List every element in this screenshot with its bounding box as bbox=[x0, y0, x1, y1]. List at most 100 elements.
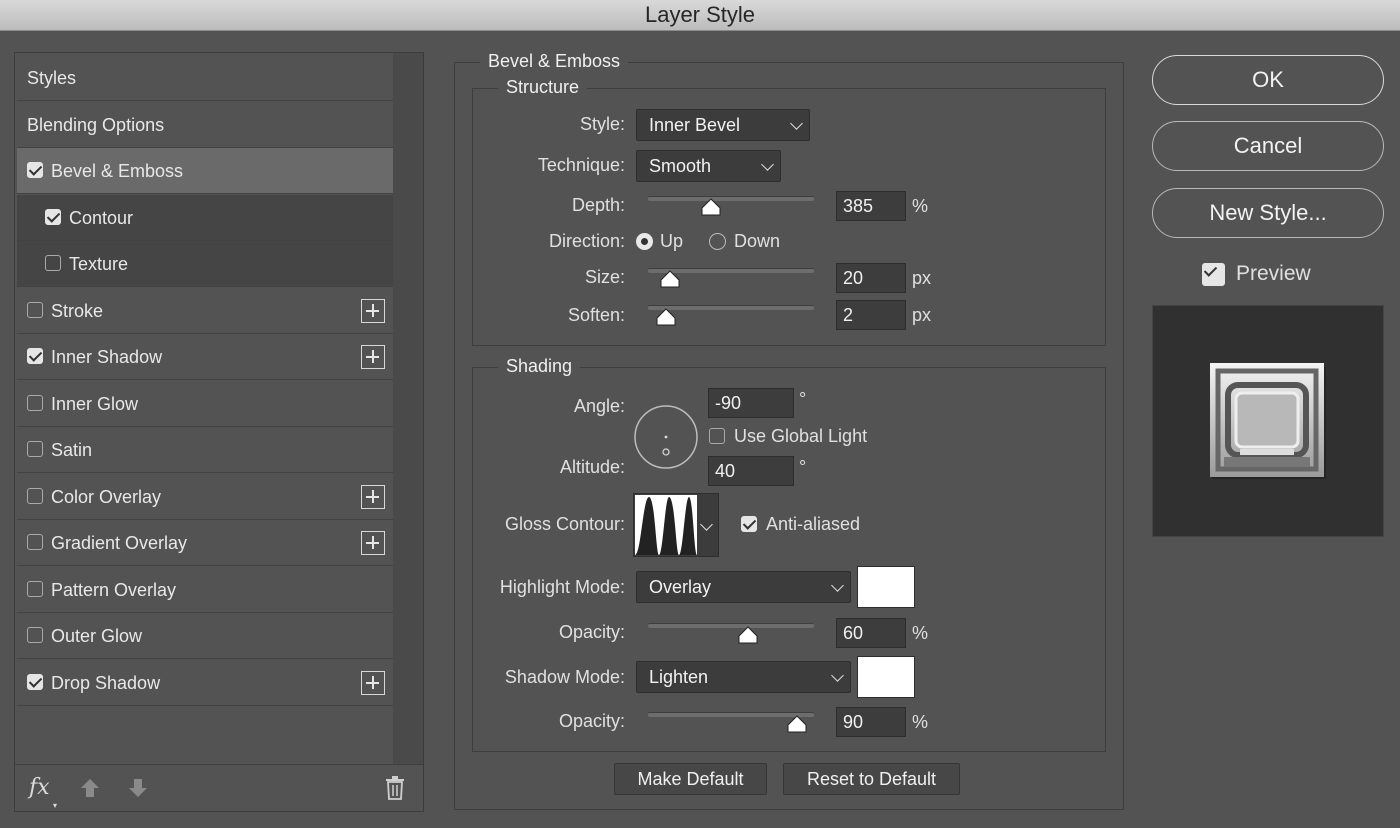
soften-slider-thumb[interactable] bbox=[656, 308, 676, 326]
fx-icon[interactable]: fx bbox=[29, 775, 50, 800]
move-up-icon[interactable] bbox=[79, 777, 101, 799]
add-effect-icon[interactable] bbox=[361, 531, 385, 555]
style-item-checkbox[interactable] bbox=[27, 301, 43, 318]
use-global-light-checkbox[interactable] bbox=[709, 428, 725, 444]
style-item-stroke[interactable]: Stroke bbox=[17, 288, 393, 334]
size-label: Size: bbox=[584, 267, 625, 287]
style-item-drop-shadow[interactable]: Drop Shadow bbox=[17, 660, 393, 706]
style-item-styles[interactable]: Styles bbox=[17, 55, 393, 101]
soften-label: Soften: bbox=[567, 305, 625, 325]
angle-dial[interactable] bbox=[633, 404, 699, 470]
ok-button[interactable]: OK bbox=[1152, 55, 1384, 105]
style-item-contour[interactable]: Contour bbox=[17, 194, 393, 241]
style-item-label: Inner Shadow bbox=[51, 347, 163, 367]
trash-icon[interactable] bbox=[385, 776, 405, 800]
soften-input[interactable]: 2 bbox=[836, 300, 906, 330]
style-item-checkbox[interactable] bbox=[27, 580, 43, 597]
style-item-outer-glow[interactable]: Outer Glow bbox=[17, 613, 393, 659]
shadow-opacity-input[interactable]: 90 bbox=[836, 707, 906, 737]
style-item-checkbox[interactable] bbox=[27, 534, 43, 550]
use-global-light-label: Use Global Light bbox=[734, 426, 868, 446]
technique-label: Technique: bbox=[537, 155, 625, 175]
make-default-button[interactable]: Make Default bbox=[614, 763, 767, 795]
style-item-checkbox[interactable] bbox=[45, 255, 61, 271]
depth-slider-thumb[interactable] bbox=[701, 198, 721, 216]
styles-list-scrollbar[interactable] bbox=[393, 53, 423, 765]
size-slider-thumb[interactable] bbox=[660, 270, 680, 288]
style-item-checkbox[interactable] bbox=[27, 441, 43, 457]
shadow-color-swatch[interactable] bbox=[857, 656, 915, 698]
style-item-blending-options[interactable]: Blending Options bbox=[17, 102, 393, 148]
style-item-label: Outer Glow bbox=[51, 626, 143, 646]
style-item-label: Color Overlay bbox=[51, 486, 162, 507]
direction-label: Direction: bbox=[548, 231, 625, 251]
new-style-button[interactable]: New Style... bbox=[1152, 188, 1384, 238]
highlight-opacity-slider-thumb[interactable] bbox=[738, 626, 758, 644]
style-item-bevel-emboss[interactable]: Bevel & Emboss bbox=[17, 148, 393, 194]
style-item-label: Blending Options bbox=[27, 114, 165, 135]
add-effect-icon[interactable] bbox=[361, 345, 385, 369]
fx-menu-caret-icon[interactable]: ▾ bbox=[53, 801, 57, 810]
style-item-checkbox[interactable] bbox=[27, 394, 43, 411]
shading-group bbox=[472, 367, 1106, 752]
shadow-opacity-slider-thumb[interactable] bbox=[787, 715, 807, 733]
direction-down-label: Down bbox=[734, 231, 781, 251]
style-item-label: Styles bbox=[27, 68, 77, 88]
depth-label: Depth: bbox=[571, 195, 625, 215]
styles-list-footer: fx ▾ bbox=[15, 764, 423, 811]
style-item-satin[interactable]: Satin bbox=[17, 427, 393, 473]
style-select-value: Inner Bevel bbox=[649, 115, 741, 135]
style-item-inner-glow[interactable]: Inner Glow bbox=[17, 381, 393, 427]
style-item-checkbox[interactable] bbox=[45, 208, 61, 225]
reset-to-default-button[interactable]: Reset to Default bbox=[783, 763, 960, 795]
depth-slider-track[interactable] bbox=[648, 196, 814, 201]
angle-input[interactable]: -90 bbox=[708, 388, 794, 418]
add-effect-icon[interactable] bbox=[361, 670, 385, 695]
shadow-mode-select[interactable]: Lighten bbox=[636, 661, 851, 693]
technique-select[interactable]: Smooth bbox=[636, 150, 781, 182]
styles-list-panel: Styles Blending Options Bevel & Emboss Cont… bbox=[14, 52, 424, 812]
style-item-label: Stroke bbox=[51, 300, 104, 321]
direction-down-radio[interactable] bbox=[709, 233, 726, 250]
anti-aliased-checkbox[interactable] bbox=[741, 516, 757, 532]
style-item-color-overlay[interactable]: Color Overlay bbox=[17, 474, 393, 520]
style-item-label: Bevel & Emboss bbox=[51, 161, 184, 181]
altitude-input[interactable]: 40 bbox=[708, 456, 794, 486]
direction-up-radio[interactable] bbox=[636, 233, 653, 250]
angle-label: Angle: bbox=[573, 396, 625, 416]
chevron-down-icon bbox=[831, 669, 844, 682]
gloss-contour-thumbnail bbox=[635, 495, 697, 555]
gloss-contour-label: Gloss Contour: bbox=[504, 514, 625, 534]
style-preview bbox=[1152, 305, 1384, 537]
style-item-inner-shadow[interactable]: Inner Shadow bbox=[17, 334, 393, 380]
preview-thumbnail bbox=[1210, 363, 1326, 479]
shadow-mode-label: Shadow Mode: bbox=[504, 667, 625, 687]
preview-checkbox[interactable] bbox=[1202, 263, 1225, 286]
move-down-icon[interactable] bbox=[127, 777, 149, 799]
style-item-texture[interactable]: Texture bbox=[17, 241, 393, 287]
depth-input[interactable]: 385 bbox=[836, 191, 906, 221]
gloss-contour-picker[interactable] bbox=[633, 493, 719, 557]
style-item-checkbox[interactable] bbox=[27, 627, 43, 643]
highlight-mode-select[interactable]: Overlay bbox=[636, 571, 851, 603]
cancel-button[interactable]: Cancel bbox=[1152, 121, 1384, 171]
style-label: Style: bbox=[579, 114, 625, 134]
add-effect-icon[interactable] bbox=[361, 484, 385, 509]
style-item-checkbox[interactable] bbox=[27, 487, 43, 504]
add-effect-icon[interactable] bbox=[361, 298, 385, 323]
shading-title: Shading bbox=[498, 356, 581, 377]
highlight-opacity-slider-track[interactable] bbox=[648, 623, 814, 628]
highlight-color-swatch[interactable] bbox=[857, 566, 915, 608]
style-item-gradient-overlay[interactable]: Gradient Overlay bbox=[17, 520, 393, 566]
altitude-label: Altitude: bbox=[559, 457, 625, 477]
style-item-checkbox[interactable] bbox=[27, 162, 43, 178]
highlight-opacity-input[interactable]: 60 bbox=[836, 618, 906, 648]
style-item-checkbox[interactable] bbox=[27, 673, 43, 690]
highlight-mode-label: Highlight Mode: bbox=[499, 577, 625, 597]
size-input[interactable]: 20 bbox=[836, 263, 906, 293]
style-item-checkbox[interactable] bbox=[27, 348, 43, 364]
style-item-label: Texture bbox=[69, 254, 129, 274]
style-select[interactable]: Inner Bevel bbox=[636, 109, 810, 141]
style-item-pattern-overlay[interactable]: Pattern Overlay bbox=[17, 567, 393, 613]
technique-select-value: Smooth bbox=[649, 156, 712, 176]
